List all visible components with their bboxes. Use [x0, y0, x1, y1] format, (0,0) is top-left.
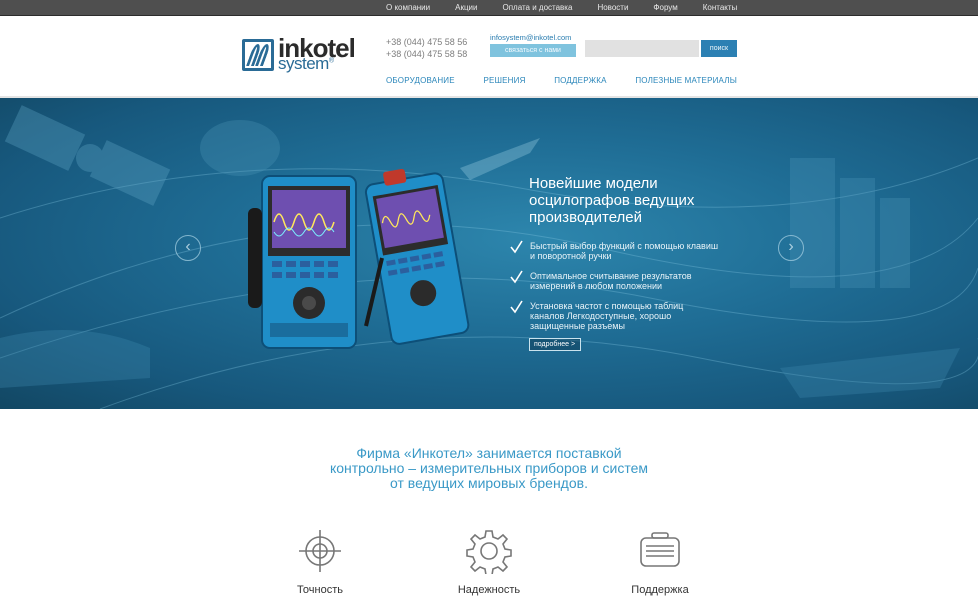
contact-us-button[interactable]: связаться с нами	[490, 44, 576, 57]
hero-feature-text: Установка частот с помощью таблиц канало…	[530, 301, 684, 331]
top-nav-news[interactable]: Новости	[597, 0, 628, 16]
top-nav-forum[interactable]: Форум	[653, 0, 677, 16]
site-header: inkotel system® +38 (044) 475 58 56 +38 …	[0, 16, 978, 98]
phone-1: +38 (044) 475 58 56	[386, 37, 468, 47]
email-link[interactable]: infosystem@inkotel.com	[490, 33, 571, 42]
feature-support[interactable]: Поддержка	[610, 528, 710, 596]
intro-line-2: контрольно – измерительных приборов и си…	[329, 460, 649, 476]
hero-feature-text: Оптимальное считывание результатов измер…	[530, 271, 692, 291]
intro-line-1: Фирма «Инкотел» занимается поставкой	[356, 445, 622, 461]
hero-feature-item: Быстрый выбор функций с помощью клавиш и…	[509, 240, 719, 261]
phone-2: +38 (044) 475 58 58	[386, 49, 468, 59]
main-nav-support[interactable]: ПОДДЕРЖКА	[554, 76, 606, 85]
check-icon	[510, 240, 523, 254]
feature-label: Надежность	[457, 584, 521, 596]
phone-numbers: +38 (044) 475 58 56 +38 (044) 475 58 58	[386, 36, 467, 60]
hero-feature-list: Быстрый выбор функций с помощью клавиш и…	[509, 240, 719, 341]
feature-label: Поддержка	[631, 584, 689, 596]
hero-background-illustration	[0, 105, 978, 409]
hero-slider: ‹ › Новейшие модели осцилографов ведущих…	[0, 98, 978, 409]
search-button[interactable]: поиск	[701, 40, 737, 57]
slider-prev-arrow-icon[interactable]: ‹	[175, 235, 201, 261]
oscilloscope-right-image	[364, 168, 470, 345]
crosshair-icon	[299, 530, 341, 572]
logo-mark-icon	[242, 39, 274, 71]
hero-feature-item: Установка частот с помощью таблиц канало…	[509, 300, 719, 331]
intro-text: Фирма «Инкотел» занимается поставкой кон…	[0, 446, 978, 491]
intro-line-3: от ведущих мировых брендов.	[390, 475, 588, 491]
logo-word-system-text: system	[278, 54, 329, 73]
feature-reliability[interactable]: Надежность	[439, 528, 539, 596]
slider-next-arrow-icon[interactable]: ›	[778, 235, 804, 261]
logo-word-system: system®	[278, 54, 334, 73]
hero-feature-text: Быстрый выбор функций с помощью клавиш и…	[530, 241, 719, 261]
oscilloscope-left-image	[248, 175, 357, 349]
top-nav-payment-delivery[interactable]: Оплата и доставка	[502, 0, 572, 16]
more-button[interactable]: подробнее >	[529, 338, 581, 351]
main-nav-solutions[interactable]: РЕШЕНИЯ	[484, 76, 526, 85]
top-nav-about[interactable]: О компании	[386, 0, 430, 16]
top-nav-contacts[interactable]: Контакты	[703, 0, 738, 16]
logo[interactable]: inkotel system®	[242, 33, 356, 75]
search-input[interactable]	[585, 40, 699, 57]
check-icon	[510, 300, 523, 314]
top-bar: О компании Акции Оплата и доставка Новос…	[0, 0, 978, 16]
top-nav: О компании Акции Оплата и доставка Новос…	[380, 0, 737, 16]
top-nav-promotions[interactable]: Акции	[455, 0, 477, 16]
hero-feature-item: Оптимальное считывание результатов измер…	[509, 270, 719, 291]
features-row: Точность Надежность Поддержка	[0, 528, 978, 612]
hero-title: Новейшие модели осцилографов ведущих про…	[529, 175, 695, 226]
main-nav-useful-materials[interactable]: ПОЛЕЗНЫЕ МАТЕРИАЛЫ	[635, 76, 737, 85]
check-icon	[510, 270, 523, 284]
feature-precision[interactable]: Точность	[270, 528, 370, 596]
feature-label: Точность	[297, 584, 343, 596]
main-nav-equipment[interactable]: ОБОРУДОВАНИЕ	[386, 76, 455, 85]
main-nav: ОБОРУДОВАНИЕ РЕШЕНИЯ ПОДДЕРЖКА ПОЛЕЗНЫЕ …	[386, 76, 737, 85]
gear-icon	[466, 530, 512, 574]
toolbox-icon	[640, 532, 680, 567]
